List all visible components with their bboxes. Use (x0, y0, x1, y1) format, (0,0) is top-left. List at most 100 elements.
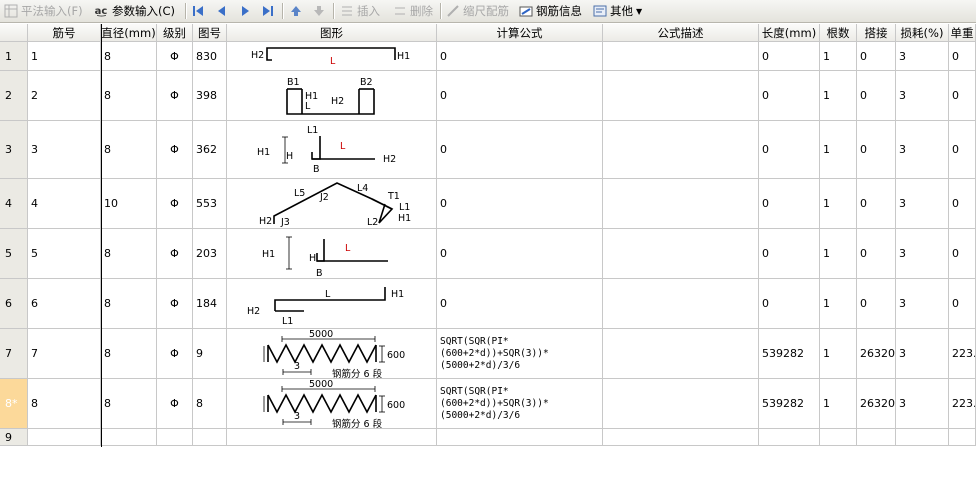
cell-grade[interactable]: Φ (157, 121, 193, 179)
grid-input-button[interactable]: 平法输入(F) (3, 0, 83, 22)
cell-length[interactable]: 0 (759, 229, 820, 279)
cell-loss[interactable]: 3 (896, 71, 949, 121)
column-header-count[interactable]: 根数 (820, 24, 857, 42)
scale-rebar-button[interactable]: 缩尺配筋 (445, 0, 509, 22)
cell-formula-desc[interactable] (603, 329, 759, 379)
cell-formula-desc[interactable] (603, 71, 759, 121)
cell-diameter[interactable] (101, 429, 157, 446)
shape-cell[interactable] (227, 429, 437, 446)
column-header-loss[interactable]: 损耗(%) (896, 24, 949, 42)
cell-figure-no[interactable]: 8 (193, 379, 227, 429)
cell-bar-no[interactable]: 6 (28, 279, 101, 329)
cell-loss[interactable]: 3 (896, 229, 949, 279)
column-header-grade[interactable]: 级别 (157, 24, 193, 42)
shape-cell[interactable]: L1 L H1 H B H2 (227, 121, 437, 179)
cell-unit-weight[interactable]: 223.1 (949, 329, 976, 379)
cell-lap[interactable]: 0 (857, 279, 896, 329)
cell-loss[interactable]: 3 (896, 379, 949, 429)
row-header[interactable]: 4 (0, 179, 28, 229)
cell-loss[interactable]: 3 (896, 329, 949, 379)
cell-length[interactable]: 0 (759, 71, 820, 121)
cell-grade[interactable]: Φ (157, 42, 193, 71)
cell-formula[interactable]: 0 (437, 121, 603, 179)
param-input-button[interactable]: a͜c 参数输入(C) (92, 0, 175, 22)
cell-count[interactable]: 1 (820, 279, 857, 329)
column-header-bar-no[interactable]: 筋号 (28, 24, 101, 42)
cell-figure-no[interactable]: 398 (193, 71, 227, 121)
cell-loss[interactable] (896, 429, 949, 446)
cell-lap[interactable]: 0 (857, 121, 896, 179)
shape-cell[interactable]: B1 B2 H1 L H2 (227, 71, 437, 121)
delete-button[interactable]: 删除 (392, 0, 433, 22)
cell-grade[interactable] (157, 429, 193, 446)
cell-length[interactable]: 539282 (759, 329, 820, 379)
column-header-unit-weight[interactable]: 单重 (949, 24, 976, 42)
cell-diameter[interactable]: 8 (101, 71, 157, 121)
other-menu-button[interactable]: 其他 ▼ (592, 0, 642, 22)
cell-figure-no[interactable]: 203 (193, 229, 227, 279)
cell-formula-desc[interactable] (603, 42, 759, 71)
cell-bar-no[interactable]: 5 (28, 229, 101, 279)
row-header[interactable]: 9 (0, 429, 28, 446)
column-header-length[interactable]: 长度(mm) (759, 24, 820, 42)
next-record-button[interactable] (237, 0, 255, 22)
cell-count[interactable]: 1 (820, 229, 857, 279)
cell-length[interactable]: 0 (759, 279, 820, 329)
cell-figure-no[interactable] (193, 429, 227, 446)
cell-unit-weight[interactable]: 0 (949, 42, 976, 71)
cell-grade[interactable]: Φ (157, 279, 193, 329)
cell-length[interactable]: 0 (759, 121, 820, 179)
cell-diameter[interactable]: 8 (101, 329, 157, 379)
cell-diameter[interactable]: 8 (101, 279, 157, 329)
cell-unit-weight[interactable]: 0 (949, 229, 976, 279)
insert-button[interactable]: 插入 (339, 0, 380, 22)
cell-formula-desc[interactable] (603, 379, 759, 429)
cell-grade[interactable]: Φ (157, 229, 193, 279)
cell-loss[interactable]: 3 (896, 42, 949, 71)
cell-count[interactable]: 1 (820, 179, 857, 229)
cell-bar-no[interactable]: 7 (28, 329, 101, 379)
row-header[interactable]: 1 (0, 42, 28, 71)
cell-count[interactable]: 1 (820, 329, 857, 379)
column-header-shape[interactable]: 图形 (227, 24, 437, 42)
cell-lap[interactable]: 0 (857, 179, 896, 229)
row-header[interactable]: 2 (0, 71, 28, 121)
column-header-lap[interactable]: 搭接 (857, 24, 896, 42)
cell-formula[interactable]: 0 (437, 229, 603, 279)
cell-lap[interactable]: 0 (857, 229, 896, 279)
row-header[interactable]: 3 (0, 121, 28, 179)
cell-grade[interactable]: Φ (157, 379, 193, 429)
cell-formula-desc[interactable] (603, 179, 759, 229)
cell-length[interactable] (759, 429, 820, 446)
move-down-button[interactable] (311, 0, 329, 22)
row-header[interactable]: 6 (0, 279, 28, 329)
shape-cell[interactable]: H2 L H1 L1 (227, 279, 437, 329)
cell-lap[interactable]: 0 (857, 42, 896, 71)
cell-count[interactable]: 1 (820, 71, 857, 121)
cell-loss[interactable]: 3 (896, 179, 949, 229)
cell-bar-no[interactable]: 2 (28, 71, 101, 121)
shape-cell[interactable]: 5000 600 3 钢筋分 6 段 (227, 379, 437, 429)
cell-formula[interactable]: SQRT(SQR(PI*(600+2*d))+SQR(3))*(5000+2*d… (437, 329, 603, 379)
cell-bar-no[interactable]: 4 (28, 179, 101, 229)
cell-diameter[interactable]: 8 (101, 121, 157, 179)
cell-count[interactable]: 1 (820, 121, 857, 179)
column-header-formula[interactable]: 计算公式 (437, 24, 603, 42)
cell-formula-desc[interactable] (603, 121, 759, 179)
cell-figure-no[interactable]: 9 (193, 329, 227, 379)
cell-length[interactable]: 0 (759, 42, 820, 71)
cell-lap[interactable]: 26320 (857, 379, 896, 429)
cell-diameter[interactable]: 8 (101, 229, 157, 279)
shape-cell[interactable]: H2 L H1 (227, 42, 437, 71)
cell-lap[interactable]: 0 (857, 71, 896, 121)
cell-unit-weight[interactable]: 223.1 (949, 379, 976, 429)
cell-lap[interactable] (857, 429, 896, 446)
column-header-row-header[interactable] (0, 24, 28, 42)
cell-formula[interactable]: 0 (437, 42, 603, 71)
shape-cell[interactable]: H1 H B L (227, 229, 437, 279)
cell-formula[interactable]: 0 (437, 279, 603, 329)
column-header-formula-desc[interactable]: 公式描述 (603, 24, 759, 42)
row-header[interactable]: 5 (0, 229, 28, 279)
cell-diameter[interactable]: 8 (101, 42, 157, 71)
cell-figure-no[interactable]: 362 (193, 121, 227, 179)
